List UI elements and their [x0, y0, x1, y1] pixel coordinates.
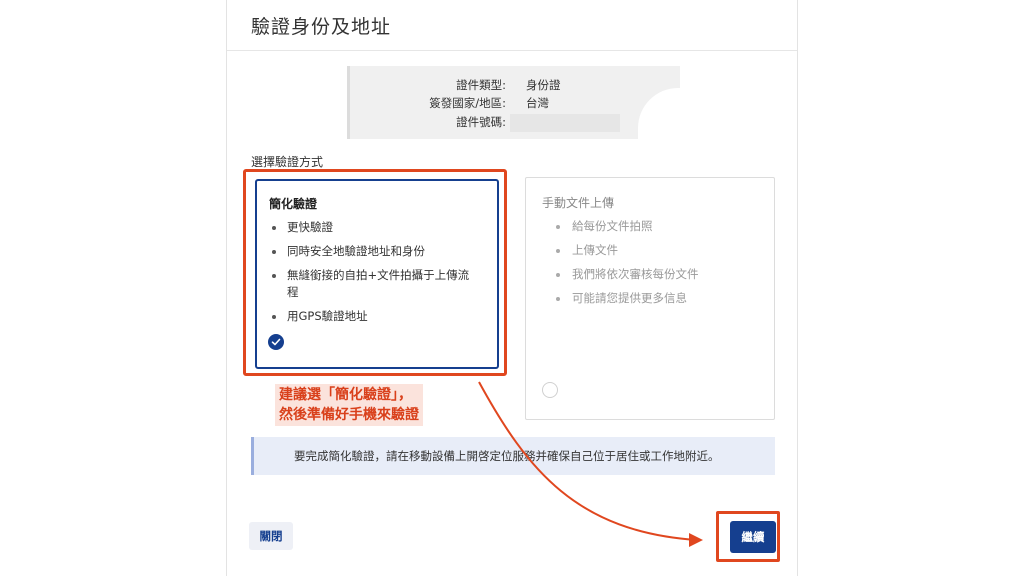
document-info-panel: 證件類型: 身份證 簽發國家/地區: 台灣 證件號碼: [347, 66, 680, 139]
feature-item: 無縫銜接的自拍+文件拍攝于上傳流程 [257, 267, 497, 301]
document-number-label: 證件號碼: [456, 115, 506, 129]
document-type-value: 身份證 [526, 78, 561, 92]
close-button[interactable]: 關閉 [249, 522, 293, 550]
feature-item: 上傳文件 [526, 242, 774, 259]
panel-corner-shape [638, 88, 680, 139]
feature-item: 給每份文件拍照 [526, 218, 774, 235]
method-section-label: 選擇驗證方式 [251, 155, 324, 169]
info-message: 要完成簡化驗證，請在移動設備上開啓定位服務并確保自己位于居住或工作地附近。 [294, 449, 720, 463]
frame-right-border [797, 0, 798, 576]
issuing-country-value: 台灣 [526, 96, 549, 110]
method-card-manual-upload[interactable]: 手動文件上傳 給每份文件拍照 上傳文件 我們將依次審核每份文件 可能請您提供更多… [525, 177, 775, 420]
feature-item: 我們將依次審核每份文件 [526, 266, 774, 283]
title-divider [227, 50, 797, 51]
feature-list: 更快驗證 同時安全地驗證地址和身份 無縫銜接的自拍+文件拍攝于上傳流程 用GPS… [257, 219, 497, 332]
radio-empty-icon[interactable] [542, 382, 558, 398]
issuing-country-label: 簽發國家/地區: [429, 96, 506, 110]
annotation-line-2: 然後準備好手機來驗證 [279, 407, 419, 423]
feature-item: 用GPS驗證地址 [257, 308, 497, 325]
check-circle-icon[interactable] [268, 334, 284, 350]
feature-item: 更快驗證 [257, 219, 497, 236]
recommendation-annotation: 建議選「簡化驗證」， 然後準備好手機來驗證 [275, 384, 423, 426]
method-title: 手動文件上傳 [542, 196, 615, 210]
verification-dialog: 驗證身份及地址 證件類型: 身份證 簽發國家/地區: 台灣 證件號碼: 選擇驗證… [227, 0, 797, 576]
feature-item: 同時安全地驗證地址和身份 [257, 243, 497, 260]
feature-list: 給每份文件拍照 上傳文件 我們將依次審核每份文件 可能請您提供更多信息 [526, 218, 774, 314]
dialog-title: 驗證身份及地址 [251, 16, 392, 38]
annotation-line-1: 建議選「簡化驗證」， [279, 387, 412, 403]
continue-button[interactable]: 繼續 [730, 521, 776, 553]
method-title: 簡化驗證 [269, 197, 318, 211]
document-number-redacted [510, 114, 620, 132]
feature-item: 可能請您提供更多信息 [526, 290, 774, 307]
method-card-simplified[interactable]: 簡化驗證 更快驗證 同時安全地驗證地址和身份 無縫銜接的自拍+文件拍攝于上傳流程… [255, 179, 499, 369]
document-type-label: 證件類型: [456, 78, 506, 92]
info-banner: 要完成簡化驗證，請在移動設備上開啓定位服務并確保自己位于居住或工作地附近。 [251, 437, 775, 475]
